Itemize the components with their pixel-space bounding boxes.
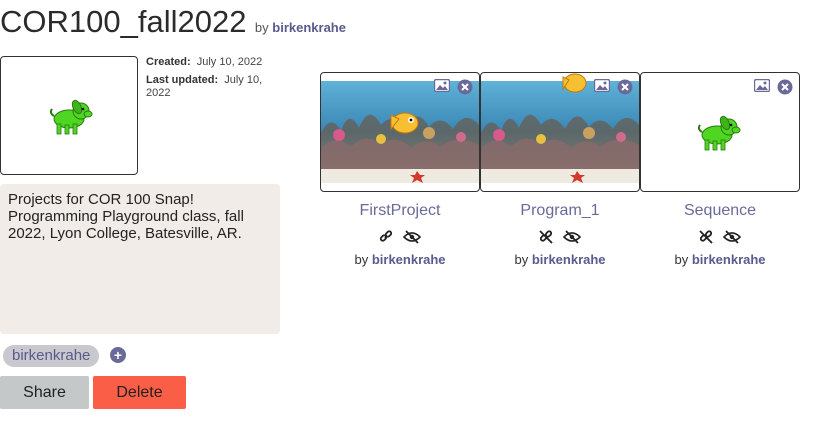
project-title[interactable]: Sequence xyxy=(640,202,800,220)
eye-slash-icon xyxy=(723,230,742,244)
editor-tag[interactable]: birkenkrahe xyxy=(3,345,100,367)
remove-project-icon[interactable] xyxy=(617,79,633,100)
link-icon xyxy=(379,230,392,242)
project-author: by birkenkrahe xyxy=(674,252,766,267)
add-editor-icon[interactable]: + xyxy=(110,347,126,363)
thumbnail-toolbar xyxy=(431,78,473,97)
project-status-icons xyxy=(320,228,480,244)
collection-author-link[interactable]: birkenkrahe xyxy=(272,20,346,35)
set-thumbnail-icon[interactable] xyxy=(593,78,610,97)
collection-title-row: COR100_fall2022 by birkenkrahe xyxy=(0,4,346,40)
project-card[interactable]: FirstProject by birkenkrahe xyxy=(320,72,480,267)
project-thumbnail[interactable] xyxy=(320,72,480,192)
thumbnail-toolbar xyxy=(751,78,793,97)
project-status-icons xyxy=(480,228,640,244)
remove-project-icon[interactable] xyxy=(777,79,793,100)
project-card[interactable]: Sequence by birkenkrahe xyxy=(640,72,800,267)
updated-info: Last updated: July 10, 2022 xyxy=(146,74,263,99)
collection-description[interactable]: Projects for COR 100 Snap! Programming P… xyxy=(0,184,280,334)
remove-project-icon[interactable] xyxy=(457,79,473,100)
project-status-icons xyxy=(640,228,800,244)
created-info: Created: July 10, 2022 xyxy=(146,56,263,68)
eye-slash-icon xyxy=(403,230,422,244)
project-author-link[interactable]: birkenkrahe xyxy=(532,252,606,267)
unlink-icon xyxy=(699,230,713,244)
collection-byline: by birkenkrahe xyxy=(254,20,346,35)
project-thumbnail[interactable] xyxy=(480,72,640,192)
project-author-link[interactable]: birkenkrahe xyxy=(692,252,766,267)
set-thumbnail-icon[interactable] xyxy=(753,78,770,97)
collection-title: COR100_fall2022 xyxy=(0,4,247,39)
dog-sprite-icon xyxy=(49,99,93,135)
project-thumbnail[interactable] xyxy=(640,72,800,192)
project-title[interactable]: Program_1 xyxy=(480,202,640,220)
eye-slash-icon xyxy=(563,230,582,244)
thumbnail-toolbar xyxy=(591,78,633,97)
delete-button[interactable]: Delete xyxy=(93,376,186,409)
project-author: by birkenkrahe xyxy=(354,252,446,267)
project-card[interactable]: Program_1 by birkenkrahe xyxy=(480,72,640,267)
unlink-icon xyxy=(539,230,553,244)
set-thumbnail-icon[interactable] xyxy=(433,78,450,97)
project-author: by birkenkrahe xyxy=(514,252,606,267)
collection-thumbnail xyxy=(0,56,138,175)
project-title[interactable]: FirstProject xyxy=(320,202,480,220)
project-author-link[interactable]: birkenkrahe xyxy=(372,252,446,267)
share-button[interactable]: Share xyxy=(0,376,89,409)
